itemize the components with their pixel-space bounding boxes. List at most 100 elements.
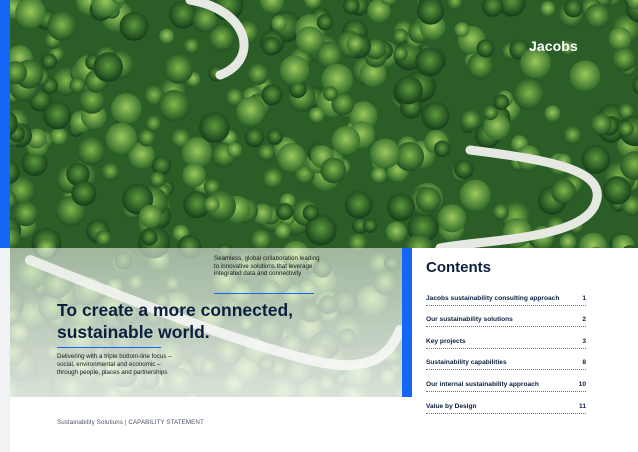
tree-canopy	[119, 12, 149, 41]
toc-item[interactable]: Jacobs sustainability consulting approac…	[426, 284, 586, 306]
tree-canopy	[279, 55, 310, 85]
table-of-contents: Jacobs sustainability consulting approac…	[426, 284, 586, 414]
tree-canopy	[421, 101, 450, 130]
tree-canopy	[569, 60, 601, 92]
tree-canopy	[483, 105, 498, 121]
tree-canopy	[581, 145, 611, 174]
tree-canopy	[204, 196, 220, 213]
tree-canopy	[244, 127, 265, 148]
tree-canopy	[492, 203, 509, 221]
tree-canopy	[394, 76, 423, 105]
tree-canopy	[158, 90, 190, 122]
tree-canopy	[163, 54, 193, 84]
tree-canopy	[608, 27, 632, 50]
tree-canopy	[95, 230, 112, 247]
footer-text: Sustainability Solutions | CAPABILITY ST…	[57, 419, 204, 426]
tree-canopy	[181, 137, 213, 168]
tree-canopy	[618, 121, 634, 137]
toc-item-page: 3	[582, 337, 586, 345]
toc-item-label: Sustainability capabilities	[426, 359, 507, 367]
tree-canopy	[141, 229, 158, 246]
tree-canopy	[226, 142, 242, 158]
toc-item-label: Key projects	[426, 337, 466, 345]
tree-canopy	[393, 46, 408, 61]
tree-canopy	[47, 11, 77, 41]
accent-strip	[0, 0, 10, 248]
tree-canopy	[590, 113, 612, 135]
tree-canopy	[454, 159, 474, 179]
toc-item[interactable]: Sustainability capabilities 8	[426, 349, 586, 371]
tree-canopy	[385, 221, 407, 243]
tree-canopy	[277, 143, 306, 172]
tree-canopy	[43, 101, 72, 130]
contents-title: Contents	[426, 259, 491, 276]
toc-item-page: 8	[582, 359, 586, 367]
tree-canopy	[41, 53, 57, 70]
toc-item-page: 1	[582, 294, 586, 302]
tree-canopy	[544, 105, 561, 122]
toc-item[interactable]: Our internal sustainability approach 10	[426, 370, 586, 392]
toc-item-label: Our sustainability solutions	[426, 316, 513, 324]
toc-item-label: Our internal sustainability approach	[426, 380, 539, 388]
capability-statement-cover: Jacobs Seamless, global collaboration le…	[0, 0, 638, 452]
toc-item[interactable]: Value by Design 11	[426, 392, 586, 414]
toc-item-page: 2	[582, 316, 586, 324]
tree-canopy	[236, 96, 266, 126]
toc-item-label: Value by Design	[426, 402, 477, 410]
tree-canopy	[309, 107, 325, 123]
tree-canopy	[584, 3, 611, 29]
tree-canopy	[415, 47, 445, 77]
tree-canopy	[276, 203, 294, 221]
tree-canopy	[540, 1, 556, 16]
tree-canopy	[433, 140, 451, 157]
tree-canopy	[467, 52, 494, 80]
tree-canopy	[316, 14, 334, 31]
tree-canopy	[199, 112, 230, 143]
tree-canopy	[476, 39, 495, 58]
tree-canopy	[145, 115, 162, 132]
tree-canopy	[182, 163, 206, 187]
tree-canopy	[77, 137, 106, 166]
toc-item-label: Jacobs sustainability consulting approac…	[426, 294, 560, 302]
tree-canopy	[331, 126, 361, 155]
tree-canopy	[247, 63, 269, 85]
tree-canopy	[437, 204, 467, 233]
tree-canopy	[183, 38, 200, 55]
tree-canopy	[323, 86, 338, 102]
tree-canopy	[602, 176, 632, 205]
tree-canopy	[149, 171, 166, 188]
page-title: To create a more connected, sustainable …	[57, 300, 294, 342]
tree-canopy	[159, 28, 175, 44]
tree-canopy	[460, 110, 481, 131]
toc-item-page: 10	[578, 380, 586, 388]
tree-canopy	[371, 166, 387, 183]
toc-item[interactable]: Our sustainability solutions 2	[426, 306, 586, 328]
tree-canopy	[387, 193, 415, 222]
tree-canopy	[69, 77, 86, 94]
tree-canopy	[262, 168, 284, 190]
hero-subtext: Delivering with a triple bottom-line foc…	[57, 353, 172, 376]
tree-canopy	[611, 47, 637, 72]
tree-canopy	[105, 122, 137, 154]
side-strip	[0, 248, 10, 452]
headline-divider	[57, 347, 161, 348]
tree-canopy	[271, 15, 288, 32]
tree-canopy	[50, 127, 68, 145]
tree-canopy	[302, 204, 319, 221]
jacobs-logo[interactable]: Jacobs	[529, 38, 578, 54]
tree-canopy	[563, 126, 582, 145]
tree-canopy	[493, 94, 510, 111]
tree-canopy	[454, 22, 470, 38]
tree-canopy	[101, 162, 120, 181]
tree-canopy	[274, 223, 291, 239]
tree-canopy	[258, 144, 275, 162]
tree-canopy	[261, 84, 283, 106]
callout-divider	[214, 293, 314, 294]
toc-item[interactable]: Key projects 3	[426, 327, 586, 349]
callout-text: Seamless, global collaboration leading t…	[214, 255, 320, 278]
tree-canopy	[459, 179, 491, 211]
tree-canopy	[138, 204, 162, 228]
tree-canopy	[363, 218, 378, 233]
tree-canopy	[551, 179, 576, 204]
tree-canopy	[296, 26, 324, 54]
